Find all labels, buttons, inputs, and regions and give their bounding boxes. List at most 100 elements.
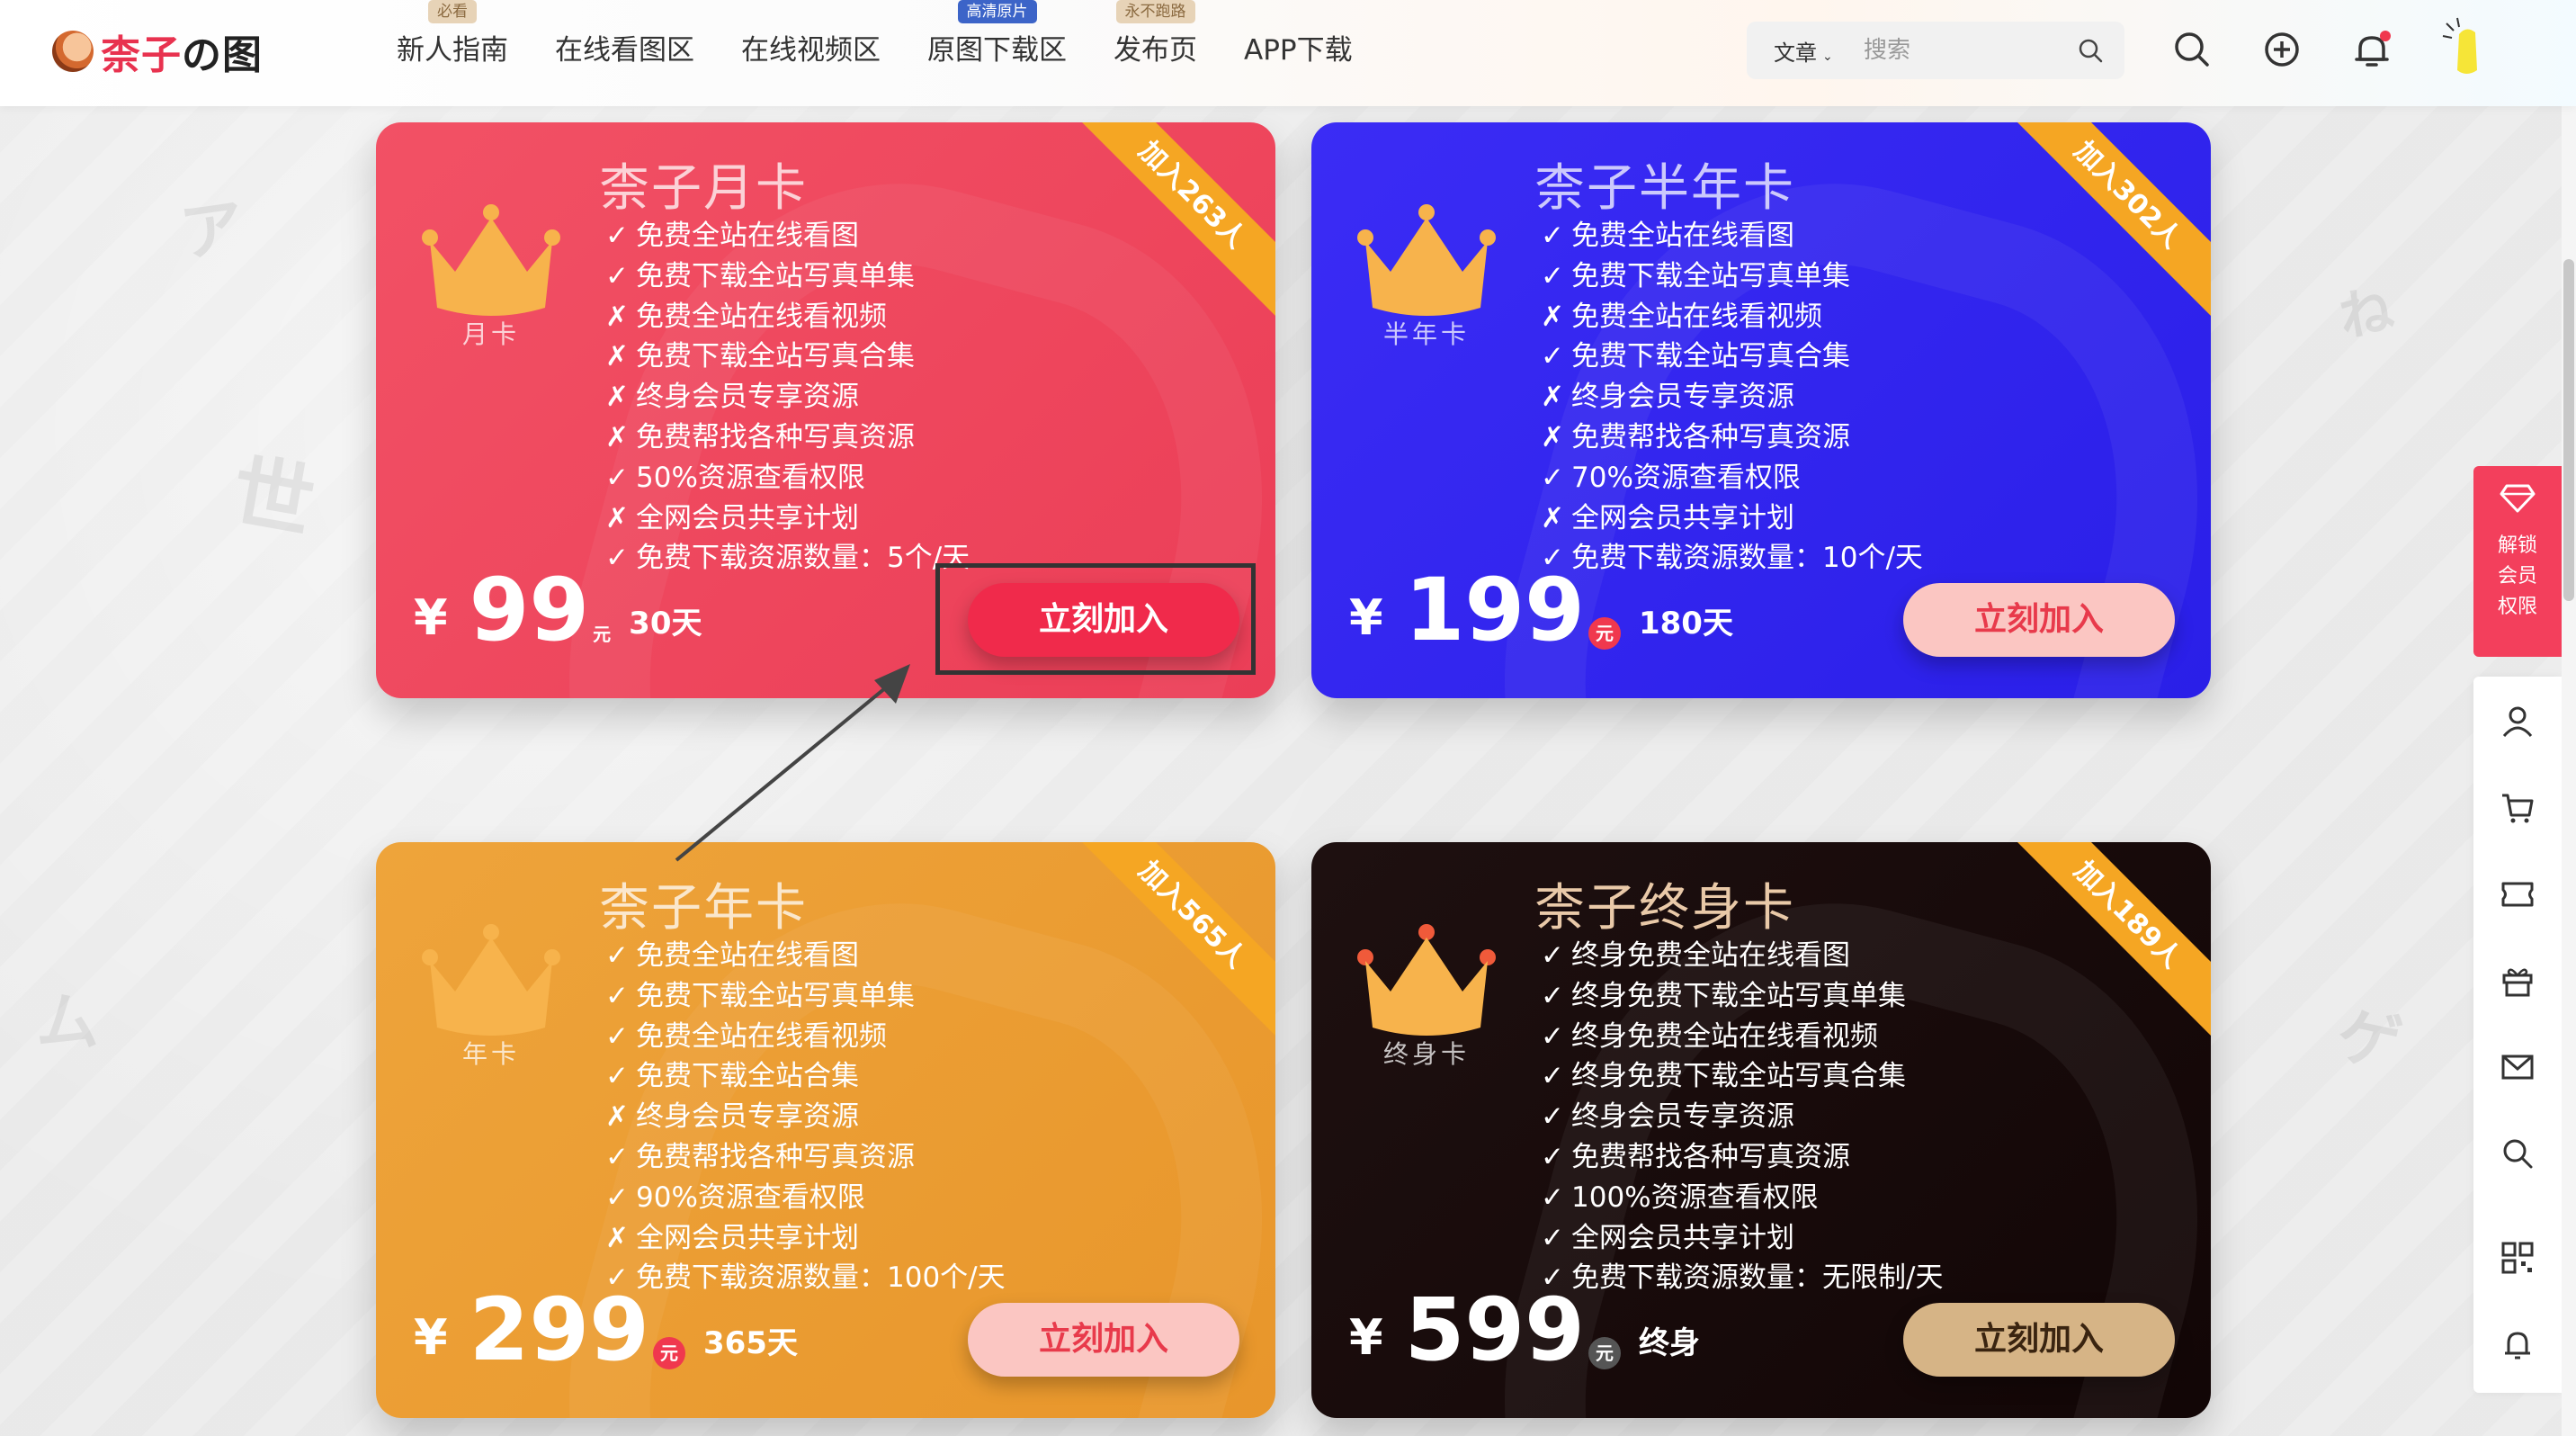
feature-item: ✓ 终身免费全站在线看视频 bbox=[1541, 1019, 1878, 1053]
add-circle-icon[interactable] bbox=[2259, 27, 2304, 72]
ticket-icon[interactable] bbox=[2500, 876, 2536, 912]
feature-item: ✗ 免费全站在线看视频 bbox=[605, 300, 887, 333]
card-title: 柰子月卡 bbox=[599, 159, 808, 218]
search-bar: 文章 ⌄ bbox=[1747, 22, 2124, 79]
unlock-vip-button[interactable]: 解锁会员权限 bbox=[2473, 466, 2562, 657]
nav-item-online-videos[interactable]: 在线视频区 bbox=[718, 27, 904, 74]
feature-item: ✓ 70%资源查看权限 bbox=[1541, 461, 1801, 494]
price-value: 99 bbox=[469, 560, 590, 660]
nav-item-app-download[interactable]: APP下载 bbox=[1221, 27, 1376, 74]
currency-symbol: ¥ bbox=[1349, 1309, 1383, 1366]
annotation-arrow bbox=[675, 664, 910, 862]
feature-item: ✓ 终身免费全站在线看图 bbox=[1541, 939, 1850, 972]
avatar[interactable] bbox=[2439, 16, 2493, 79]
joined-count-ribbon: 加入263人 bbox=[1068, 122, 1275, 319]
price-block: ¥ 299 元 365天 bbox=[414, 1274, 798, 1373]
logo-text: 柰子の图 bbox=[101, 32, 263, 78]
nav-badge: 必看 bbox=[428, 0, 477, 23]
feature-item: ✓ 免费帮找各种写真资源 bbox=[1541, 1140, 1850, 1173]
qrcode-icon[interactable] bbox=[2500, 1240, 2536, 1276]
cart-icon[interactable] bbox=[2500, 790, 2536, 826]
joined-count-ribbon: 加入189人 bbox=[2003, 842, 2211, 1039]
feature-item: ✓ 90%资源查看权限 bbox=[605, 1180, 865, 1214]
card-type-label: 年卡 bbox=[461, 1039, 520, 1069]
feature-item: ✗ 全网会员共享计划 bbox=[1541, 501, 1794, 534]
feature-list: ✓ 终身免费全站在线看图 ✓ 终身免费下载全站写真单集 ✓ 终身免费全站在线看视频 ✓… bbox=[1541, 936, 1943, 1298]
card-title: 柰子终身卡 bbox=[1534, 879, 1795, 938]
search-input[interactable] bbox=[1864, 37, 2071, 64]
plan-duration: 30天 bbox=[629, 606, 702, 642]
feature-item: ✓ 免费全站在线看图 bbox=[605, 939, 859, 972]
site-logo[interactable]: 柰子の图 bbox=[52, 20, 263, 83]
feature-item: ✓ 免费下载全站写真单集 bbox=[605, 259, 915, 292]
diamond-icon bbox=[2500, 484, 2536, 513]
background-doodle: ア bbox=[175, 189, 249, 272]
feature-list: ✓ 免费全站在线看图 ✓ 免费下载全站写真单集 ✓ 免费全站在线看视频 ✓ 免费下载全站… bbox=[605, 936, 1006, 1298]
feature-item: ✓ 免费下载全站写真合集 bbox=[1541, 340, 1850, 373]
nav-item-online-images[interactable]: 在线看图区 bbox=[532, 27, 718, 74]
mail-icon[interactable] bbox=[2500, 1049, 2536, 1085]
card-type-label: 月卡 bbox=[461, 319, 520, 349]
page-scrollbar[interactable] bbox=[2562, 106, 2576, 1436]
nav-badge: 永不跑路 bbox=[1115, 0, 1195, 23]
price-value: 599 bbox=[1404, 1279, 1585, 1380]
feature-item: ✗ 全网会员共享计划 bbox=[605, 501, 859, 534]
join-now-button[interactable]: 立刻加入 bbox=[1903, 583, 2175, 657]
user-icon[interactable] bbox=[2500, 704, 2536, 740]
price-value: 199 bbox=[1404, 560, 1585, 660]
logo-icon bbox=[52, 31, 94, 72]
price-unit: 元 bbox=[593, 624, 612, 645]
feature-item: ✗ 免费帮找各种写真资源 bbox=[605, 420, 915, 453]
join-now-button[interactable]: 立刻加入 bbox=[968, 1303, 1239, 1377]
nav-badge: 高清原片 bbox=[957, 0, 1037, 23]
notification-bell-icon[interactable] bbox=[2349, 27, 2394, 72]
card-title: 柰子年卡 bbox=[599, 879, 808, 938]
search-icon[interactable] bbox=[2169, 27, 2214, 72]
feature-item: ✓ 免费下载全站写真单集 bbox=[605, 979, 915, 1012]
feature-list: ✓ 免费全站在线看图 ✓ 免费下载全站写真单集 ✗ 免费全站在线看视频 ✓ 免费下载全站… bbox=[1541, 216, 1923, 579]
vip-card-yearly: 加入565人 年卡 柰子年卡 ✓ 免费全站在线看图 ✓ 免费下载全站写真单集 ✓ 免费… bbox=[376, 842, 1275, 1418]
feature-item: ✗ 终身会员专享资源 bbox=[1541, 381, 1794, 414]
feature-item: ✓ 免费下载全站写真单集 bbox=[1541, 259, 1850, 292]
feature-item: ✓ 免费帮找各种写真资源 bbox=[605, 1140, 915, 1173]
annotation-highlight-box bbox=[935, 563, 1256, 675]
scroll-thumb[interactable] bbox=[2563, 259, 2574, 601]
joined-count-ribbon: 加入565人 bbox=[1068, 842, 1275, 1039]
feature-item: ✓ 50%资源查看权限 bbox=[605, 461, 865, 494]
top-header: 柰子の图 必看 新人指南 在线看图区 在线视频区 高清原片 原图下载区 永不跑路… bbox=[0, 0, 2576, 106]
price-value: 299 bbox=[469, 1279, 649, 1380]
search-type-select[interactable]: 文章 ⌄ bbox=[1747, 35, 1864, 67]
nav-item-publish-page[interactable]: 永不跑路 发布页 bbox=[1090, 0, 1221, 74]
search-icon[interactable] bbox=[2500, 1135, 2536, 1171]
background-doodle: ね bbox=[2334, 278, 2399, 350]
feature-item: ✓ 免费全站在线看图 bbox=[605, 220, 859, 252]
plan-duration: 365天 bbox=[702, 1325, 798, 1361]
chevron-down-icon: ⌄ bbox=[1822, 49, 1833, 64]
feature-item: ✓ 免费全站在线看视频 bbox=[605, 1019, 887, 1053]
unlock-vip-label: 解锁会员权限 bbox=[2497, 534, 2537, 618]
price-unit: 元 bbox=[1588, 617, 1621, 650]
card-type-label: 终身卡 bbox=[1382, 1039, 1470, 1069]
nav-item-original-download[interactable]: 高清原片 原图下载区 bbox=[904, 0, 1090, 74]
price-block: ¥ 199 元 180天 bbox=[1349, 554, 1733, 653]
gift-icon[interactable] bbox=[2500, 963, 2536, 999]
currency-symbol: ¥ bbox=[414, 1309, 448, 1366]
feature-item: ✗ 终身会员专享资源 bbox=[605, 381, 859, 414]
feature-item: ✗ 免费帮找各种写真资源 bbox=[1541, 420, 1850, 453]
joined-count-ribbon: 加入302人 bbox=[2003, 122, 2211, 319]
right-float-panel bbox=[2473, 677, 2562, 1393]
nav-item-guide[interactable]: 必看 新人指南 bbox=[373, 0, 532, 74]
bell-icon[interactable] bbox=[2500, 1326, 2536, 1362]
feature-item: ✗ 终身会员专享资源 bbox=[605, 1100, 859, 1134]
vip-card-lifetime: 加入189人 终身卡 柰子终身卡 ✓ 终身免费全站在线看图 ✓ 终身免费下载全站写真… bbox=[1311, 842, 2211, 1418]
feature-item: ✓ 终身免费下载全站写真单集 bbox=[1541, 979, 1906, 1012]
join-now-button[interactable]: 立刻加入 bbox=[1903, 1303, 2175, 1377]
feature-item: ✓ 终身会员专享资源 bbox=[1541, 1100, 1794, 1134]
main-nav: 必看 新人指南 在线看图区 在线视频区 高清原片 原图下载区 永不跑路 发布页 … bbox=[373, 0, 1376, 74]
feature-item: ✗ 免费下载全站写真合集 bbox=[605, 340, 915, 373]
plan-duration: 180天 bbox=[1638, 606, 1733, 642]
price-unit: 元 bbox=[652, 1337, 685, 1369]
feature-item: ✓ 100%资源查看权限 bbox=[1541, 1180, 1819, 1214]
search-icon[interactable] bbox=[2076, 36, 2105, 65]
currency-symbol: ¥ bbox=[414, 589, 448, 646]
